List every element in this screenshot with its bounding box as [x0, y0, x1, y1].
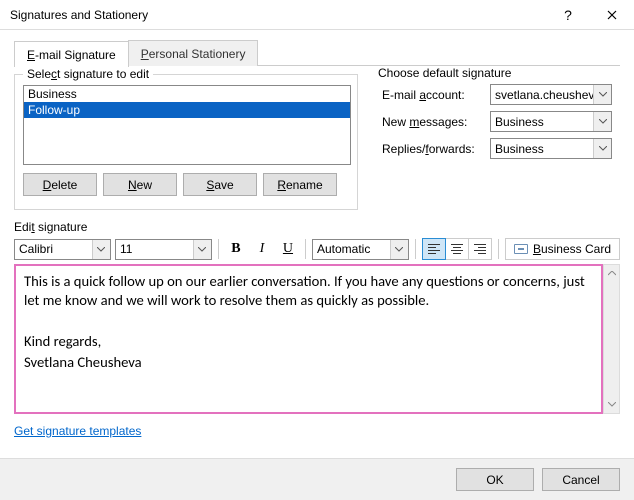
- new-button[interactable]: New: [103, 173, 177, 196]
- group-legend: Select signature to edit: [23, 67, 153, 81]
- close-button[interactable]: [590, 0, 634, 30]
- new-messages-label: New messages:: [382, 115, 482, 129]
- bold-button[interactable]: B: [225, 238, 247, 260]
- align-center-button[interactable]: [445, 238, 469, 260]
- scroll-down-button[interactable]: [604, 396, 619, 413]
- save-button[interactable]: Save: [183, 173, 257, 196]
- align-left-icon: [428, 244, 440, 254]
- tab-personal-stationery[interactable]: Personal Stationery: [128, 40, 259, 66]
- vertical-scrollbar[interactable]: [603, 264, 620, 414]
- chevron-down-icon: [390, 240, 408, 259]
- align-left-button[interactable]: [422, 238, 446, 260]
- underline-button[interactable]: U: [277, 238, 299, 260]
- ok-button[interactable]: OK: [456, 468, 534, 491]
- align-right-button[interactable]: [468, 238, 492, 260]
- combo-value: Calibri: [19, 242, 53, 256]
- tab-email-signature[interactable]: E-mail Signature: [14, 41, 129, 67]
- signature-list-item[interactable]: Follow-up: [24, 102, 350, 118]
- signature-list[interactable]: BusinessFollow-up: [23, 85, 351, 165]
- get-templates-link[interactable]: Get signature templates: [14, 424, 141, 438]
- italic-button[interactable]: I: [251, 238, 273, 260]
- signature-editor[interactable]: This is a quick follow up on our earlier…: [14, 264, 603, 414]
- separator: [305, 239, 306, 259]
- close-icon: [607, 10, 617, 20]
- tab-strip: E-mail Signature Personal Stationery: [14, 40, 620, 66]
- group-legend: Edit signature: [14, 220, 87, 234]
- edit-signature-group: Edit signature Calibri 11 B I U Automati…: [14, 220, 620, 414]
- email-account-label: E-mail account:: [382, 88, 482, 102]
- font-family-combo[interactable]: Calibri: [14, 239, 111, 260]
- align-center-icon: [451, 244, 463, 254]
- font-color-combo[interactable]: Automatic: [312, 239, 409, 260]
- chevron-down-icon: [593, 139, 611, 158]
- align-group: [422, 238, 492, 260]
- combo-value: 11: [120, 242, 132, 256]
- tab-label: E-mail Signature: [27, 48, 116, 62]
- select-signature-group: Select signature to edit BusinessFollow-…: [14, 74, 358, 210]
- replies-forwards-combo[interactable]: Business: [490, 138, 612, 159]
- separator: [415, 239, 416, 259]
- button-label: Business Card: [533, 242, 611, 256]
- chevron-down-icon: [593, 112, 611, 131]
- combo-value: svetlana.cheusheva: [495, 88, 601, 102]
- signature-list-item[interactable]: Business: [24, 86, 350, 102]
- help-button[interactable]: ?: [546, 0, 590, 30]
- scroll-up-button[interactable]: [604, 265, 619, 282]
- separator: [498, 239, 499, 259]
- titlebar: Signatures and Stationery ?: [0, 0, 634, 30]
- default-signature-group: Choose default signature E-mail account:…: [374, 74, 620, 210]
- window-title: Signatures and Stationery: [10, 8, 546, 22]
- tab-label: Personal Stationery: [141, 47, 246, 61]
- editor-line: Svetlana Cheusheva: [24, 353, 593, 372]
- combo-value: Business: [495, 142, 544, 156]
- editor-line: Kind regards,: [24, 332, 593, 351]
- chevron-down-icon: [193, 240, 211, 259]
- dialog-footer: OK Cancel: [0, 458, 634, 500]
- align-right-icon: [474, 244, 486, 254]
- editor-line: This is a quick follow up on our earlier…: [24, 272, 593, 309]
- cancel-button[interactable]: Cancel: [542, 468, 620, 491]
- business-card-button[interactable]: Business Card: [505, 238, 620, 260]
- editor-line: [24, 311, 593, 330]
- delete-button[interactable]: Delete: [23, 173, 97, 196]
- separator: [218, 239, 219, 259]
- email-account-combo[interactable]: svetlana.cheusheva: [490, 84, 612, 105]
- rename-button[interactable]: Rename: [263, 173, 337, 196]
- chevron-down-icon: [593, 85, 611, 104]
- card-icon: [514, 244, 528, 254]
- font-size-combo[interactable]: 11: [115, 239, 212, 260]
- group-legend: Choose default signature: [374, 66, 515, 80]
- combo-value: Business: [495, 115, 544, 129]
- chevron-down-icon: [92, 240, 110, 259]
- combo-value: Automatic: [317, 242, 370, 256]
- replies-forwards-label: Replies/forwards:: [382, 142, 482, 156]
- new-messages-combo[interactable]: Business: [490, 111, 612, 132]
- editor-toolbar: Calibri 11 B I U Automatic: [14, 238, 620, 260]
